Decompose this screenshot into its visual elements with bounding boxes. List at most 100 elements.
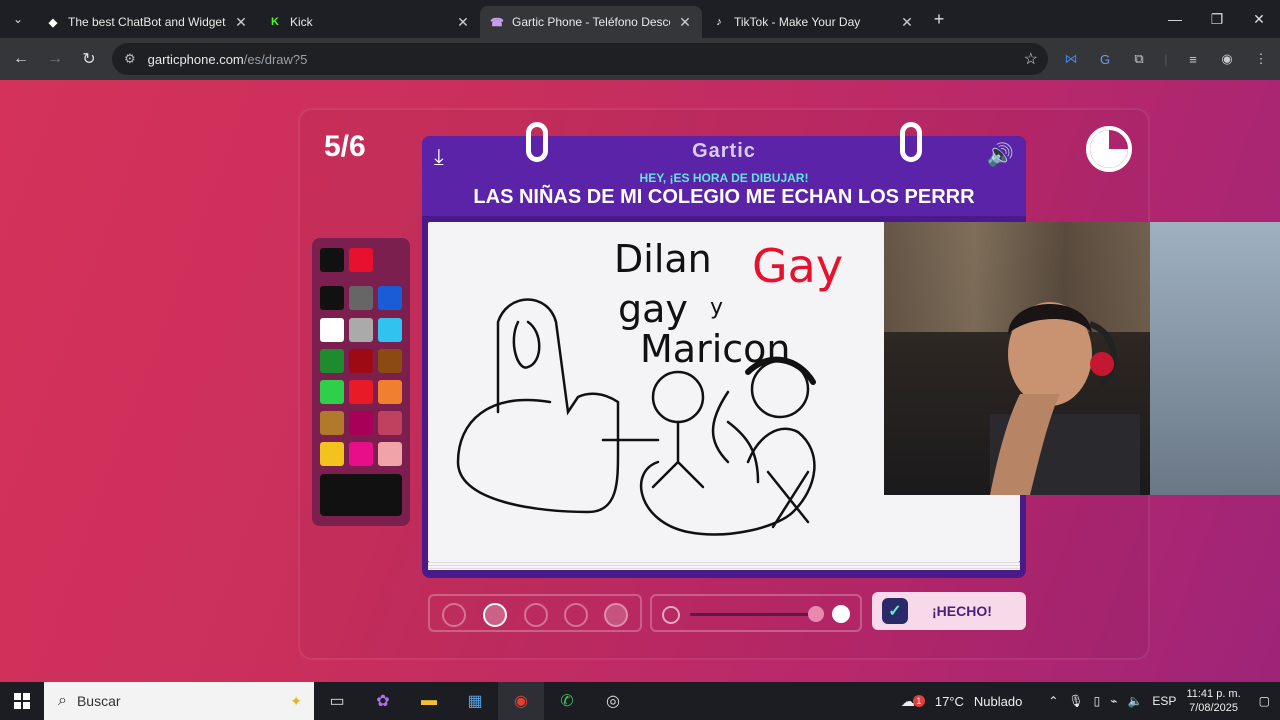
new-tab-button[interactable]: + — [924, 9, 954, 30]
task-view-icon[interactable]: ▭ — [314, 682, 360, 720]
swatch-color[interactable] — [320, 286, 344, 310]
plus-icon: + — [933, 8, 945, 29]
swatch-color[interactable] — [349, 318, 373, 342]
site-settings-icon[interactable]: ⚙ — [124, 51, 136, 67]
opacity-slider — [650, 594, 862, 632]
tab-tiktok[interactable]: ♪ TikTok - Make Your Day ✕ — [702, 6, 924, 38]
brush-size-option[interactable] — [442, 603, 466, 627]
profile-avatar-icon[interactable]: ◉ — [1216, 48, 1238, 70]
close-icon[interactable]: ✕ — [234, 14, 248, 31]
close-icon[interactable]: ✕ — [456, 14, 470, 31]
chevron-up-icon[interactable]: ⌃ — [1048, 694, 1058, 708]
done-button[interactable]: ✓ ¡HECHO! — [872, 592, 1026, 630]
swatch-color[interactable] — [378, 318, 402, 342]
timer-pie — [1090, 130, 1128, 168]
drawn-text-line: gay — [618, 287, 688, 331]
forward-icon[interactable]: → — [38, 50, 72, 68]
slider-track[interactable] — [690, 613, 816, 616]
microphone-icon[interactable]: 🎙 — [1068, 694, 1083, 708]
done-button-label: ¡HECHO! — [932, 603, 992, 619]
swatch-color[interactable] — [378, 349, 402, 373]
media-control-icon[interactable]: ≡ — [1182, 48, 1204, 70]
language-indicator[interactable]: ESP — [1152, 694, 1176, 708]
swatch-color[interactable] — [320, 442, 344, 466]
tiktok-icon: ♪ — [716, 16, 722, 28]
swatch-color[interactable] — [349, 442, 373, 466]
tab-chatbot[interactable]: ◆ The best ChatBot and Widgets ✕ — [36, 6, 258, 38]
slider-max-icon — [832, 605, 850, 623]
slider-handle[interactable] — [808, 606, 824, 622]
swatch-color[interactable] — [320, 349, 344, 373]
back-icon[interactable]: ← — [4, 50, 38, 68]
webcam-person — [990, 302, 1140, 495]
taskbar-search[interactable]: ⌕ Buscar ✦ — [44, 682, 314, 720]
swatch-color[interactable] — [320, 380, 344, 404]
draw-hint: HEY, ¡ES HORA DE DIBUJAR! — [639, 171, 809, 185]
volume-icon[interactable]: 🔈 — [1127, 694, 1142, 708]
chrome-icon[interactable]: ◉ — [498, 682, 544, 720]
swatch-red-recent[interactable] — [349, 248, 373, 272]
tab-search-menu-button[interactable]: ⌄ — [0, 0, 36, 38]
swatch-color[interactable] — [378, 286, 402, 310]
phrase-to-draw: LAS NIÑAS DE MI COLEGIO ME ECHAN LOS PER… — [473, 186, 975, 208]
bookmark-star-icon[interactable]: ☆ — [1024, 49, 1038, 69]
tab-gartic[interactable]: ☎ Gartic Phone - Teléfono Descon ✕ — [480, 6, 702, 38]
swatch-color[interactable] — [378, 380, 402, 404]
notifications-icon[interactable]: ▢ — [1259, 694, 1270, 708]
extension-blue-icon[interactable]: ⋈ — [1060, 48, 1082, 70]
close-window-icon[interactable]: ✕ — [1238, 0, 1280, 38]
whatsapp-icon[interactable]: ✆ — [544, 682, 590, 720]
gartic-icon: ☎ — [490, 16, 504, 29]
close-icon[interactable]: ✕ — [678, 14, 692, 31]
swatch-color[interactable] — [378, 442, 402, 466]
brush-size-option[interactable] — [604, 603, 628, 627]
swatch-color[interactable] — [349, 411, 373, 435]
swatch-color[interactable] — [320, 318, 344, 342]
translate-icon[interactable]: G — [1094, 48, 1116, 70]
file-explorer-icon[interactable]: ▬ — [406, 682, 452, 720]
swatch-color[interactable] — [378, 411, 402, 435]
network-icon[interactable]: ⌁ — [1110, 694, 1117, 708]
brush-size-selector — [428, 594, 642, 632]
chevron-down-icon: ⌄ — [12, 12, 24, 26]
reload-icon[interactable]: ↻ — [72, 49, 106, 69]
restore-icon[interactable]: ❐ — [1196, 0, 1238, 38]
tab-title: TikTok - Make Your Day — [734, 15, 861, 29]
brush-size-option[interactable] — [524, 603, 548, 627]
current-color-preview — [320, 474, 402, 516]
search-icon: ⌕ — [58, 692, 67, 709]
swatch-color[interactable] — [349, 286, 373, 310]
menu-dots-icon[interactable]: ⋮ — [1250, 48, 1272, 70]
swatch-black-recent[interactable] — [320, 248, 344, 272]
swatch-color[interactable] — [320, 411, 344, 435]
brush-size-option-selected[interactable] — [483, 603, 507, 627]
brush-size-option[interactable] — [564, 603, 588, 627]
extensions-puzzle-icon[interactable]: ⧉ — [1128, 48, 1150, 70]
gartic-logo: Gartic — [692, 140, 756, 162]
tab-kick[interactable]: K Kick ✕ — [258, 6, 480, 38]
drawn-text-line: Dilan — [614, 237, 712, 281]
kick-icon: K — [271, 16, 279, 28]
tab-title: Kick — [290, 15, 313, 29]
swatch-color[interactable] — [349, 380, 373, 404]
close-icon[interactable]: ✕ — [900, 14, 914, 31]
webcam-background-window — [1150, 222, 1280, 495]
copilot-icon[interactable]: ✿ — [360, 682, 406, 720]
system-tray: ☁ 1 17°C Nublado ⌃ 🎙 ▯ ⌁ 🔈 ESP 11:41 p. … — [901, 682, 1280, 720]
taskbar-clock[interactable]: 11:41 p. m. 7/08/2025 — [1186, 687, 1240, 715]
minimize-icon[interactable]: — — [1154, 0, 1196, 38]
store-icon[interactable]: ▦ — [452, 682, 498, 720]
headset-earcup — [1090, 352, 1114, 376]
address-bar[interactable]: ⚙ garticphone.com/es/draw?5 ☆ — [112, 43, 1048, 75]
start-button[interactable] — [0, 682, 44, 720]
chatbot-icon: ◆ — [48, 16, 58, 29]
capture-app-icon[interactable]: ◎ — [590, 682, 636, 720]
gartic-page: 5/6 ⤓ 🔊 Gartic HEY, ¡ES HORA DE DIBUJAR!… — [0, 80, 1280, 682]
swatch-color[interactable] — [349, 349, 373, 373]
battery-icon[interactable]: ▯ — [1094, 694, 1101, 708]
clock-date: 7/08/2025 — [1189, 702, 1239, 714]
divider: | — [1164, 51, 1168, 67]
slider-min-icon — [662, 606, 680, 624]
url-text: garticphone.com/es/draw?5 — [147, 51, 308, 67]
timer-icon — [1086, 126, 1132, 172]
